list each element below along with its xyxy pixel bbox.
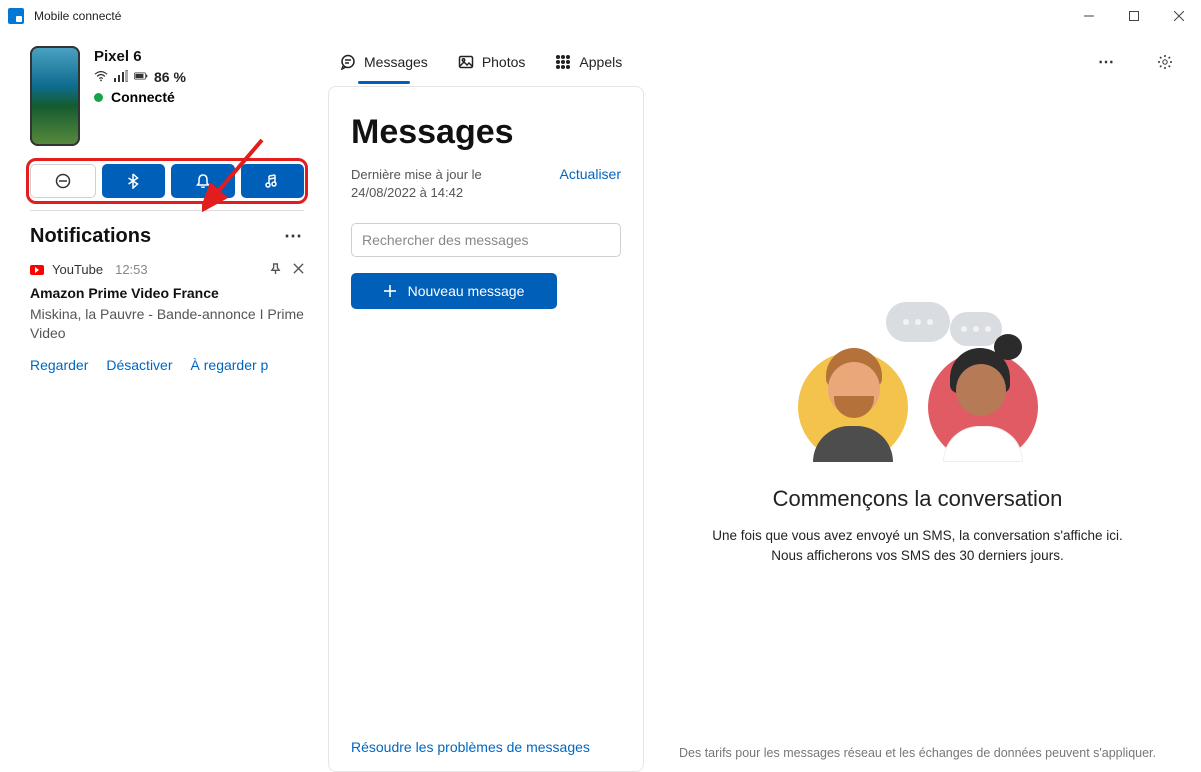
- search-input[interactable]: [351, 223, 621, 257]
- signal-icon: [114, 70, 128, 85]
- youtube-icon: [30, 265, 44, 275]
- more-options-button[interactable]: ⋯: [1091, 46, 1123, 78]
- messages-title: Messages: [351, 113, 621, 152]
- settings-button[interactable]: [1149, 46, 1181, 78]
- device-name: Pixel 6: [94, 48, 186, 65]
- window-controls: [1066, 0, 1201, 32]
- dnd-toggle[interactable]: [30, 164, 96, 198]
- conversation-illustration: [798, 302, 1038, 462]
- window-title: Mobile connecté: [34, 9, 1066, 23]
- tab-photos-label: Photos: [482, 54, 526, 70]
- tab-messages[interactable]: Messages: [338, 48, 430, 76]
- bluetooth-toggle[interactable]: [102, 164, 166, 198]
- close-button[interactable]: [1156, 0, 1201, 32]
- pin-icon[interactable]: [270, 262, 281, 277]
- message-icon: [340, 54, 356, 70]
- device-header: Pixel 6 86 % Connecté: [30, 46, 304, 146]
- action-disable[interactable]: Désactiver: [106, 357, 172, 373]
- connection-text: Connecté: [111, 89, 175, 105]
- notifications-title: Notifications: [30, 225, 151, 248]
- maximize-button[interactable]: [1111, 0, 1156, 32]
- notification-card[interactable]: YouTube 12:53 Amazon Prime Video France …: [30, 262, 304, 373]
- messages-panel: Messages Dernière mise à jour le 24/08/2…: [328, 86, 644, 772]
- device-status-line: 86 %: [94, 69, 186, 85]
- new-message-button[interactable]: Nouveau message: [351, 273, 557, 309]
- wifi-icon: [94, 70, 108, 85]
- notification-app-name: YouTube: [52, 262, 103, 277]
- conversation-heading: Commençons la conversation: [773, 486, 1063, 512]
- notification-title: Amazon Prime Video France: [30, 285, 304, 301]
- action-watch-later[interactable]: À regarder p: [191, 357, 269, 373]
- refresh-link[interactable]: Actualiser: [560, 166, 621, 182]
- notifications-header: Notifications ⋯: [30, 225, 304, 248]
- app-icon: [8, 8, 24, 24]
- tab-messages-label: Messages: [364, 54, 428, 70]
- title-bar: Mobile connecté: [0, 0, 1201, 32]
- status-dot-icon: [94, 93, 103, 102]
- minimize-button[interactable]: [1066, 0, 1111, 32]
- top-tabs: Messages Photos Appels ⋯: [328, 38, 1191, 86]
- action-watch[interactable]: Regarder: [30, 357, 88, 373]
- divider: [30, 210, 304, 211]
- conversation-text-1: Une fois que vous avez envoyé un SMS, la…: [712, 526, 1123, 546]
- photo-icon: [458, 54, 474, 70]
- tab-calls[interactable]: Appels: [553, 48, 624, 76]
- quick-toggle-bar: [30, 164, 304, 198]
- ring-toggle[interactable]: [171, 164, 235, 198]
- conversation-panel: Commençons la conversation Une fois que …: [644, 86, 1191, 772]
- connection-status: Connecté: [94, 89, 186, 105]
- conversation-text-2: Nous afficherons vos SMS des 30 derniers…: [771, 546, 1063, 566]
- troubleshoot-link[interactable]: Résoudre les problèmes de messages: [351, 739, 621, 761]
- tab-calls-label: Appels: [579, 54, 622, 70]
- notification-time: 12:53: [115, 262, 148, 277]
- audio-toggle[interactable]: [241, 164, 305, 198]
- battery-icon: [134, 70, 148, 85]
- notifications-more-button[interactable]: ⋯: [284, 226, 304, 247]
- plus-icon: [384, 285, 396, 297]
- tab-photos[interactable]: Photos: [456, 48, 528, 76]
- notification-body: Miskina, la Pauvre - Bande-annonce I Pri…: [30, 305, 304, 343]
- disclaimer-text: Des tarifs pour les messages réseau et l…: [644, 746, 1191, 760]
- dismiss-icon[interactable]: [293, 262, 304, 277]
- battery-percentage: 86 %: [154, 69, 186, 85]
- gear-icon: [1157, 54, 1173, 70]
- new-message-label: Nouveau message: [408, 283, 525, 299]
- main-area: Messages Photos Appels ⋯ Messages Derniè…: [322, 32, 1201, 772]
- phone-thumbnail[interactable]: [30, 46, 80, 146]
- dialpad-icon: [555, 54, 571, 70]
- last-update-text: Dernière mise à jour le 24/08/2022 à 14:…: [351, 166, 550, 201]
- sidebar: Pixel 6 86 % Connecté: [0, 32, 322, 772]
